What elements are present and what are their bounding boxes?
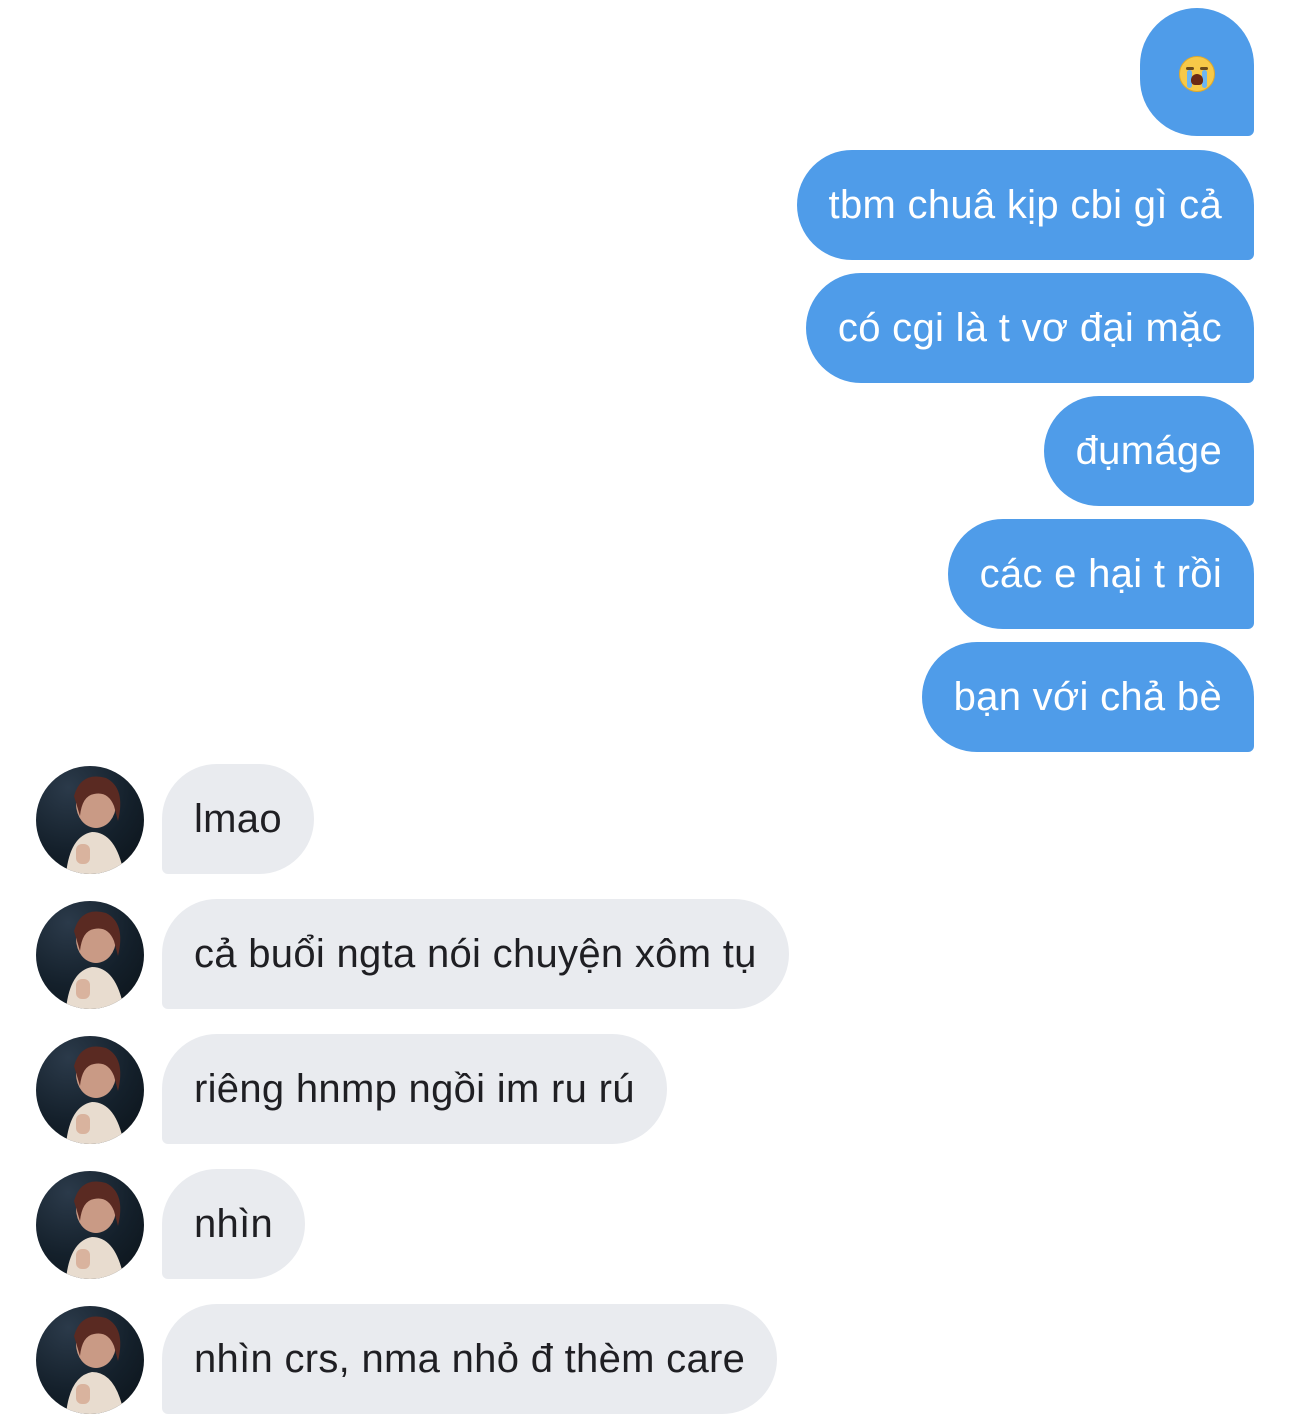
outgoing-message[interactable]: bạn với chả bè bbox=[921, 642, 1254, 752]
message-text: tbm chuâ kịp cbi gì cả bbox=[828, 183, 1222, 227]
incoming-message[interactable]: cả buổi ngta nói chuyện xôm tụ bbox=[162, 899, 789, 1009]
incoming-message[interactable]: nhìn crs, nma nhỏ đ thèm care bbox=[162, 1304, 778, 1414]
incoming-message[interactable]: lmao bbox=[162, 764, 314, 874]
chat-thread: 😭 tbm chuâ kịp cbi gì cả có cgi là t vơ … bbox=[0, 0, 1290, 1423]
incoming-message[interactable]: riêng hnmp ngồi im ru rú bbox=[162, 1034, 667, 1144]
message-text: riêng hnmp ngồi im ru rú bbox=[194, 1067, 635, 1111]
message-text: lmao bbox=[194, 797, 282, 841]
message-text: đụmáge bbox=[1075, 429, 1222, 473]
outgoing-message[interactable]: các e hại t rồi bbox=[947, 519, 1254, 629]
message-text: nhìn crs, nma nhỏ đ thèm care bbox=[194, 1337, 746, 1381]
avatar-photo-icon bbox=[66, 1046, 124, 1144]
avatar-photo-icon bbox=[66, 911, 124, 1009]
incoming-message[interactable]: nhìn bbox=[162, 1169, 306, 1279]
outgoing-message[interactable]: tbm chuâ kịp cbi gì cả bbox=[796, 150, 1254, 260]
message-text: nhìn bbox=[194, 1202, 274, 1246]
avatar[interactable] bbox=[36, 1306, 144, 1414]
avatar[interactable] bbox=[36, 766, 144, 874]
message-text: các e hại t rồi bbox=[979, 552, 1222, 596]
avatar[interactable] bbox=[36, 901, 144, 1009]
loudly-crying-face-icon bbox=[1179, 56, 1215, 93]
avatar[interactable] bbox=[36, 1171, 144, 1279]
avatar-photo-icon bbox=[66, 1181, 124, 1279]
avatar-photo-icon bbox=[66, 1316, 124, 1414]
message-text: cả buổi ngta nói chuyện xôm tụ bbox=[194, 932, 757, 976]
outgoing-message[interactable]: có cgi là t vơ đại mặc bbox=[805, 273, 1254, 383]
outgoing-message[interactable]: đụmáge bbox=[1043, 396, 1254, 506]
message-text: có cgi là t vơ đại mặc bbox=[837, 306, 1222, 350]
outgoing-message-emoji[interactable]: 😭 bbox=[1140, 8, 1254, 136]
avatar-photo-icon bbox=[66, 776, 124, 874]
message-text: bạn với chả bè bbox=[953, 675, 1222, 719]
avatar[interactable] bbox=[36, 1036, 144, 1144]
